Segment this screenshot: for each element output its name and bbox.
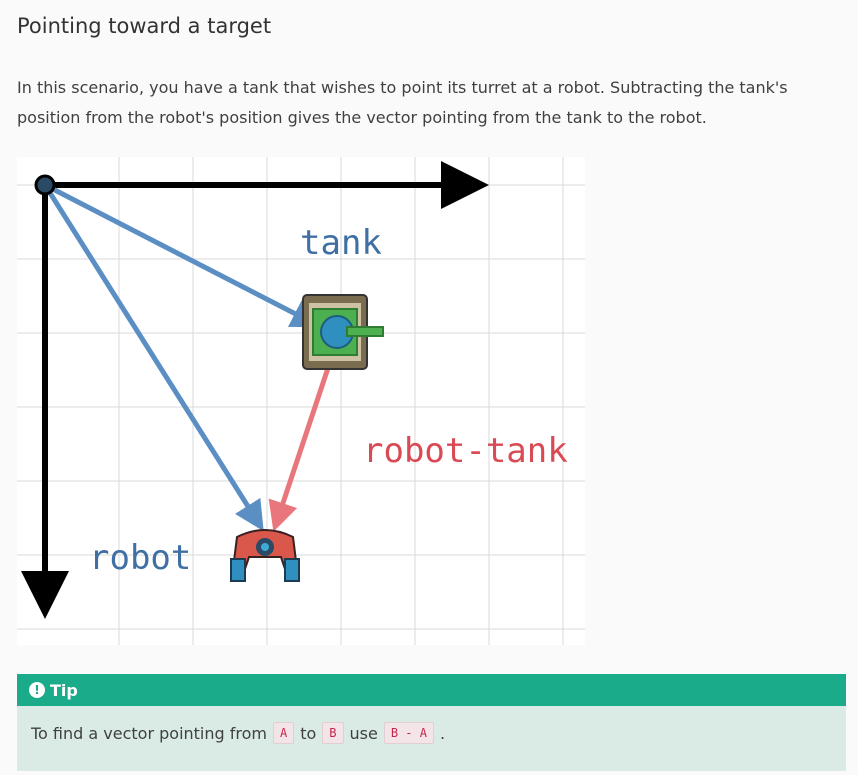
tank-sprite [302, 294, 384, 370]
robot-minus-tank-label: robot-tank [363, 431, 568, 471]
robot-position-vector [42, 183, 264, 532]
robot-sprite [230, 529, 300, 582]
section-title: Pointing toward a target [17, 14, 272, 38]
code-expression: B - A [383, 722, 434, 744]
origin-dot [34, 174, 56, 196]
vector-diagram: tank robot-tank robot [17, 157, 585, 645]
tip-text-end: . [439, 723, 446, 743]
vector-diagram-svg: tank robot-tank robot [17, 157, 585, 645]
info-icon: ! [29, 682, 45, 698]
tank-position-vector [43, 182, 322, 328]
code-a: A [272, 722, 295, 744]
tank-label: tank [300, 223, 382, 263]
robot-label: robot [89, 538, 191, 578]
code-b: B [322, 722, 344, 744]
tip-callout: ! Tip To find a vector pointing from A t… [17, 674, 846, 771]
tip-text-mid: to [300, 723, 317, 743]
tip-title: Tip [50, 680, 78, 700]
tip-text-before: To find a vector pointing from [31, 723, 267, 743]
intro-paragraph: In this scenario, you have a tank that w… [17, 78, 788, 127]
tip-body: To find a vector pointing from A to B us… [17, 706, 846, 744]
tip-text-use: use [349, 723, 378, 743]
tip-header: ! Tip [17, 674, 846, 706]
